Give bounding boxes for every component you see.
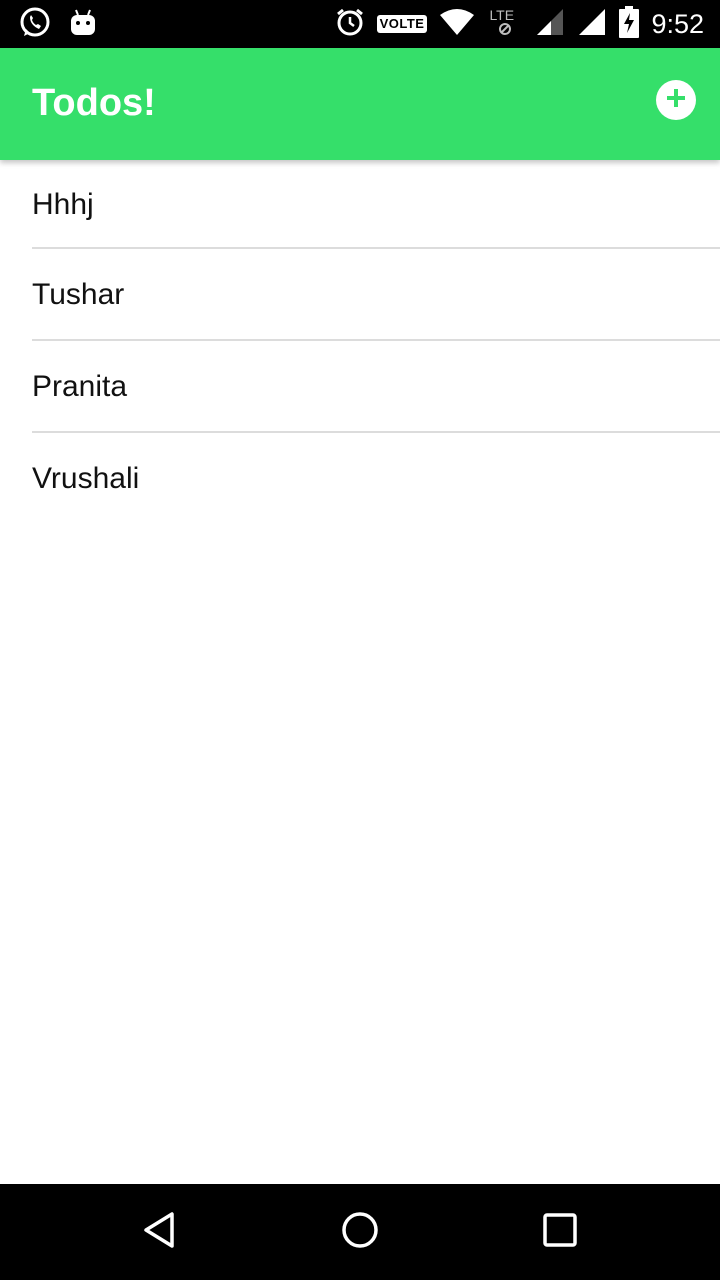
add-todo-button[interactable] xyxy=(656,80,696,120)
list-item[interactable]: Tushar xyxy=(0,249,720,341)
add-circle-icon xyxy=(664,86,688,115)
todo-label: Tushar xyxy=(32,278,125,311)
signal-icon xyxy=(577,7,607,42)
list-item[interactable]: Vrushali xyxy=(0,433,720,525)
todo-list: Hhhj Tushar Pranita Vrushali xyxy=(0,160,720,525)
app-bar: Todos! xyxy=(0,48,720,160)
todo-label: Hhhj xyxy=(32,187,94,221)
list-item[interactable]: Hhhj xyxy=(0,160,720,249)
page-title: Todos! xyxy=(32,82,156,124)
system-status-icons: VOLTE LTE 9:52 xyxy=(335,5,704,43)
signal-icon xyxy=(535,7,565,42)
back-icon xyxy=(140,1210,180,1255)
navigation-bar xyxy=(0,1184,720,1280)
volte-badge: VOLTE xyxy=(376,15,428,33)
status-bar: VOLTE LTE 9:52 xyxy=(0,0,720,48)
clock: 9:52 xyxy=(651,9,704,39)
android-icon xyxy=(70,8,96,43)
notification-icons xyxy=(18,6,96,45)
battery-charging-icon xyxy=(619,5,640,43)
whatsapp-icon xyxy=(18,6,52,45)
wifi-icon xyxy=(439,7,475,42)
back-button[interactable] xyxy=(136,1208,184,1256)
home-button[interactable] xyxy=(336,1208,384,1256)
home-icon xyxy=(340,1210,380,1255)
alarm-icon xyxy=(335,7,365,42)
todo-label: Vrushali xyxy=(32,462,140,495)
recents-icon xyxy=(540,1210,580,1255)
recents-button[interactable] xyxy=(536,1208,584,1256)
list-item[interactable]: Pranita xyxy=(0,341,720,433)
todo-label: Pranita xyxy=(32,370,128,403)
lte-icon: LTE xyxy=(487,7,523,39)
